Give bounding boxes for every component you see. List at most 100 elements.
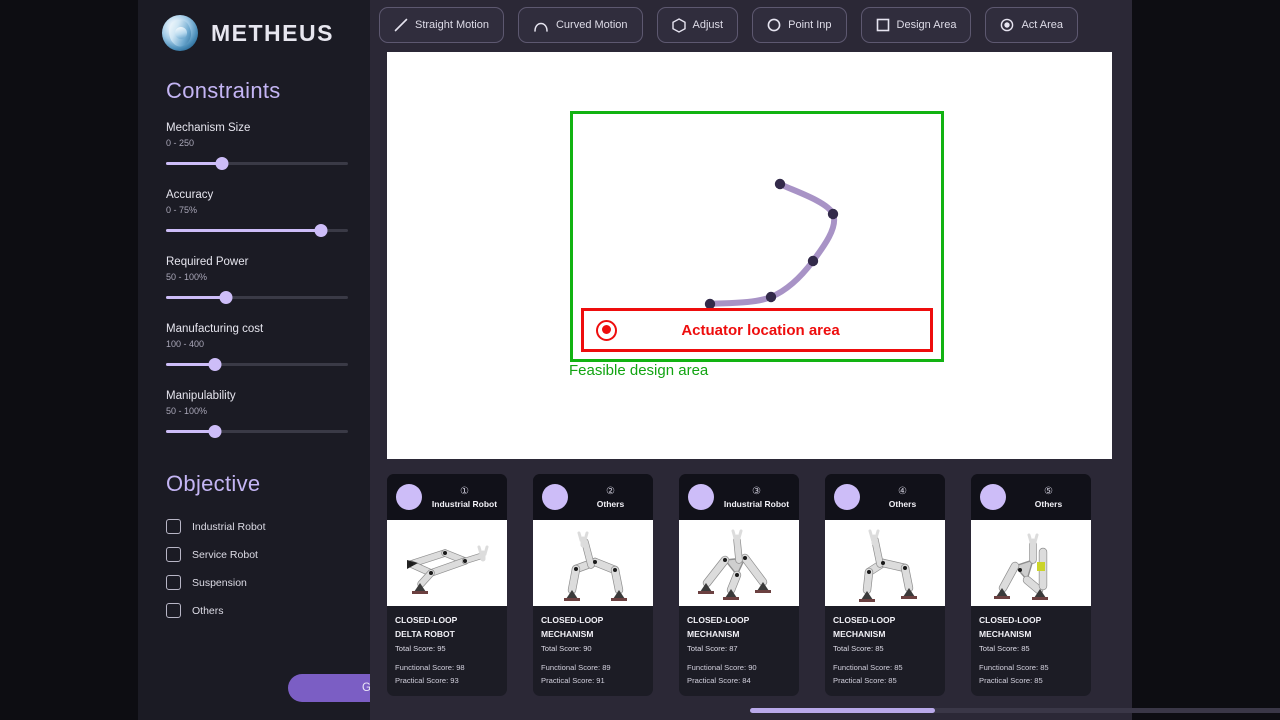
results-carousel[interactable]: ① Industrial Robot CLOSED-LOOP DELTA ROB… [387, 474, 1132, 696]
card-body: CLOSED-LOOP MECHANISM Total Score: 87 Fu… [679, 606, 799, 696]
hexagon-icon [671, 17, 686, 33]
constraint-label: Mechanism Size [166, 122, 251, 134]
objective-others[interactable]: Others [166, 603, 356, 618]
rank-badge: ⑤ [1044, 485, 1053, 497]
horizontal-scrollbar[interactable] [750, 708, 1280, 713]
wave-swirl-logo-icon [162, 15, 198, 51]
practical-score: Practical Score: 85 [833, 676, 897, 685]
functional-score: Functional Score: 98 [395, 663, 465, 672]
constraint-manufacturing-cost: Manufacturing cost 100 - 400 [166, 323, 348, 371]
result-card[interactable]: ④ Others CLOSED-LOOP MECHANISM Total Sco… [825, 474, 945, 696]
card-title-line2: MECHANISM [979, 629, 1032, 639]
constraint-range: 50 - 100% [166, 406, 208, 416]
card-header: ② Others [533, 474, 653, 521]
constraints-heading: Constraints [166, 78, 281, 103]
card-header-text: ④ Others [869, 485, 936, 510]
practical-score: Practical Score: 85 [979, 676, 1043, 685]
checkbox-icon[interactable] [166, 603, 181, 618]
mechanism-thumbnail[interactable] [387, 520, 507, 606]
objective-suspension[interactable]: Suspension [166, 575, 356, 590]
functional-score: Functional Score: 90 [687, 663, 757, 672]
result-card[interactable]: ⑤ Others CLOSED-LOOP MECHANISM Total Sco… [971, 474, 1091, 696]
card-header: ① Industrial Robot [387, 474, 507, 521]
avatar [688, 484, 714, 511]
design-canvas[interactable]: Actuator location area Feasible design a… [387, 52, 1112, 459]
result-card[interactable]: ③ Industrial Robot CLOSED-LOOP MECHANISM… [679, 474, 799, 696]
scrollbar-thumb[interactable] [750, 708, 935, 713]
constraint-slider[interactable] [166, 224, 348, 237]
practical-score: Practical Score: 91 [541, 676, 605, 685]
tool-button-label: Curved Motion [555, 19, 628, 31]
objective-heading: Objective [166, 471, 261, 496]
curve-node[interactable] [765, 291, 777, 303]
tool-button-design-area[interactable]: Design Area [860, 7, 972, 43]
total-score: Total Score: 87 [687, 644, 738, 653]
constraint-manipulability: Manipulability 50 - 100% [166, 390, 348, 438]
constraint-mechanism-size: Mechanism Size 0 - 250 [166, 122, 348, 170]
actuator-location-area[interactable]: Actuator location area [581, 308, 933, 352]
result-card[interactable]: ② Others CLOSED-LOOP MECHANISM Total Sco… [533, 474, 653, 696]
card-title-line1: CLOSED-LOOP [395, 615, 458, 625]
constraint-label: Manipulability [166, 390, 236, 402]
total-score: Total Score: 90 [541, 644, 592, 653]
objective-service-robot[interactable]: Service Robot [166, 547, 356, 562]
category-label: Others [888, 498, 917, 509]
card-header: ④ Others [825, 474, 945, 521]
functional-score: Functional Score: 89 [541, 663, 611, 672]
card-header-text: ① Industrial Robot [431, 485, 498, 510]
card-body: CLOSED-LOOP MECHANISM Total Score: 85 Fu… [825, 606, 945, 696]
constraint-slider[interactable] [166, 291, 348, 304]
slider-fill [166, 162, 223, 165]
feasible-design-area[interactable]: Actuator location area [570, 111, 944, 362]
card-title-line1: CLOSED-LOOP [541, 615, 604, 625]
card-header: ③ Industrial Robot [679, 474, 799, 521]
sidebar: METHEUS Constraints Mechanism Size 0 - 2… [138, 0, 484, 720]
constraint-label: Accuracy [166, 189, 214, 201]
curve-node[interactable] [827, 208, 839, 220]
tool-button-straight-motion[interactable]: Straight Motion [379, 7, 504, 43]
objective-industrial-robot[interactable]: Industrial Robot [166, 519, 356, 534]
result-card[interactable]: ① Industrial Robot CLOSED-LOOP DELTA ROB… [387, 474, 507, 696]
rank-badge: ① [460, 485, 469, 497]
constraint-slider[interactable] [166, 358, 348, 371]
slider-thumb[interactable] [215, 157, 229, 170]
tool-button-curved-motion[interactable]: Curved Motion [517, 7, 643, 43]
actuator-area-label: Actuator location area [681, 321, 840, 339]
brand: METHEUS [152, 0, 356, 56]
mechanism-thumbnail[interactable] [533, 520, 653, 606]
constraint-slider[interactable] [166, 425, 348, 438]
slider-thumb[interactable] [208, 358, 222, 371]
constraint-slider[interactable] [166, 157, 348, 170]
constraint-label: Manufacturing cost [166, 323, 264, 335]
mechanism-thumbnail[interactable] [971, 520, 1091, 606]
category-label: Industrial Robot [723, 498, 790, 509]
card-title-line1: CLOSED-LOOP [979, 615, 1042, 625]
functional-score: Functional Score: 85 [979, 663, 1049, 672]
constraint-range: 0 - 250 [166, 138, 195, 148]
mechanism-thumbnail[interactable] [825, 520, 945, 606]
left-gutter [0, 0, 138, 720]
diagonal-line-icon [394, 18, 408, 32]
tool-button-act-area[interactable]: Act Area [985, 7, 1079, 43]
constraint-accuracy: Accuracy 0 - 75% [166, 189, 348, 237]
right-gutter [1132, 0, 1280, 720]
checkbox-icon[interactable] [166, 547, 181, 562]
slider-fill [166, 296, 227, 299]
slider-thumb[interactable] [208, 425, 222, 438]
slider-thumb[interactable] [314, 224, 328, 237]
category-label: Industrial Robot [431, 498, 498, 509]
checkbox-icon[interactable] [166, 575, 181, 590]
slider-thumb[interactable] [219, 291, 233, 304]
curve-node[interactable] [807, 255, 819, 267]
avatar [396, 484, 422, 511]
tool-button-point-inp[interactable]: Point Inp [752, 7, 847, 43]
tool-button-adjust[interactable]: Adjust [656, 7, 739, 43]
card-body: CLOSED-LOOP DELTA ROBOT Total Score: 95 … [387, 606, 507, 696]
circle-outline-icon [767, 18, 781, 32]
mechanism-thumbnail[interactable] [679, 520, 799, 606]
category-label: Others [596, 498, 625, 509]
curve-node[interactable] [774, 178, 786, 190]
checkbox-icon[interactable] [166, 519, 181, 534]
avatar [834, 484, 860, 511]
tool-button-label: Design Area [896, 19, 957, 31]
